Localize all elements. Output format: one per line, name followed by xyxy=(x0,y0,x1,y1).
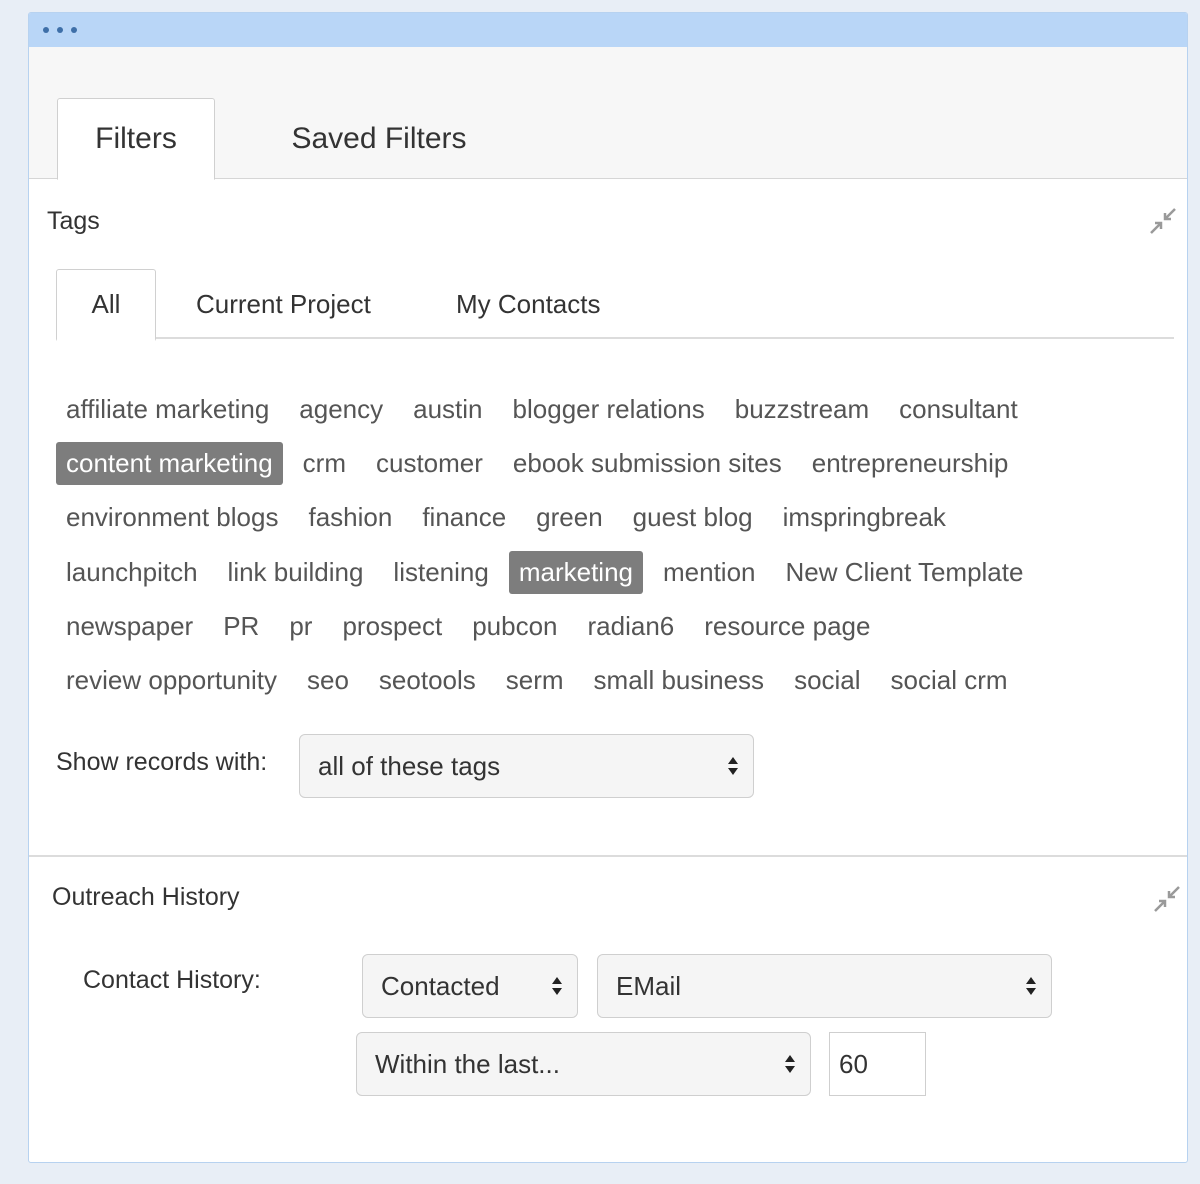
tag-chip[interactable]: guest blog xyxy=(623,496,763,539)
tag-row: environment blogs fashion finance green gues… xyxy=(56,494,956,540)
section-divider xyxy=(29,855,1187,857)
tag-chip[interactable]: imspringbreak xyxy=(773,496,956,539)
tags-section-title: Tags xyxy=(47,207,100,235)
window-dot-icon xyxy=(57,27,63,33)
tag-chip[interactable]: ebook submission sites xyxy=(503,442,792,485)
tag-row: affiliate marketing agency austin blogger r… xyxy=(56,386,1028,432)
show-records-value: all of these tags xyxy=(318,750,501,781)
contact-channel-value: EMail xyxy=(616,970,682,1001)
tag-chip[interactable]: fashion xyxy=(298,496,402,539)
window-dot-icon xyxy=(71,27,77,33)
tag-chip[interactable]: environment blogs xyxy=(56,496,288,539)
collapse-icon[interactable] xyxy=(1149,207,1177,235)
collapse-icon[interactable] xyxy=(1153,885,1181,913)
show-records-label: Show records with: xyxy=(56,748,268,776)
tag-chip[interactable]: austin xyxy=(403,388,492,431)
tag-row: content marketing crm customer ebook submis… xyxy=(56,440,1018,486)
tag-chip[interactable]: pr xyxy=(279,605,322,648)
tag-chip[interactable]: prospect xyxy=(332,605,452,648)
tag-chip[interactable]: link building xyxy=(218,551,374,594)
select-arrows-icon xyxy=(1026,977,1036,995)
tab-saved-filters[interactable]: Saved Filters xyxy=(259,98,499,180)
window-dot-icon xyxy=(43,27,49,33)
contact-history-label: Contact History: xyxy=(83,966,261,994)
outreach-section-title: Outreach History xyxy=(52,883,240,911)
tag-chip[interactable]: radian6 xyxy=(578,605,685,648)
tag-row: newspaper PR pr prospect pubcon radian6 resour… xyxy=(56,603,880,649)
tag-chip[interactable]: buzzstream xyxy=(725,388,879,431)
select-arrows-icon xyxy=(785,1055,795,1073)
tag-chip[interactable]: seotools xyxy=(369,659,486,702)
tag-scope-tabs: All Current Project My Contacts xyxy=(56,269,1174,341)
tag-chip[interactable]: listening xyxy=(383,551,498,594)
tab-current-project[interactable]: Current Project xyxy=(196,269,371,339)
window-titlebar xyxy=(29,13,1187,47)
select-arrows-icon xyxy=(552,977,562,995)
tag-chip[interactable]: crm xyxy=(293,442,356,485)
tag-chip[interactable]: resource page xyxy=(694,605,880,648)
filters-window: Filters Saved Filters Tags All Current P… xyxy=(28,12,1188,1163)
time-range-select[interactable]: Within the last... xyxy=(356,1032,811,1096)
tag-row: launchpitch link building listening marketi… xyxy=(56,549,1033,595)
tag-chip[interactable]: consultant xyxy=(889,388,1028,431)
days-input[interactable]: 60 xyxy=(829,1032,926,1096)
tag-chip[interactable]: customer xyxy=(366,442,493,485)
tag-row: review opportunity seo seotools serm small b… xyxy=(56,657,1018,703)
tab-all[interactable]: All xyxy=(56,269,156,341)
tag-chip[interactable]: mention xyxy=(653,551,766,594)
tag-chip[interactable]: blogger relations xyxy=(503,388,715,431)
tag-chip[interactable]: small business xyxy=(584,659,775,702)
tag-chip[interactable]: marketing xyxy=(508,550,643,594)
time-range-value: Within the last... xyxy=(375,1048,560,1079)
tab-my-contacts[interactable]: My Contacts xyxy=(456,269,601,339)
tag-chip[interactable]: launchpitch xyxy=(56,551,208,594)
tag-chip[interactable]: New Client Template xyxy=(775,551,1033,594)
tag-chip[interactable]: agency xyxy=(289,388,393,431)
tag-chip[interactable]: finance xyxy=(412,496,516,539)
tag-chip[interactable]: social xyxy=(784,659,870,702)
tab-filters[interactable]: Filters xyxy=(57,98,215,180)
tag-chip[interactable]: social crm xyxy=(881,659,1018,702)
tag-chip[interactable]: affiliate marketing xyxy=(56,388,279,431)
tag-chip[interactable]: entrepreneurship xyxy=(802,442,1019,485)
tag-chip[interactable]: review opportunity xyxy=(56,659,287,702)
tag-chip[interactable]: PR xyxy=(213,605,269,648)
tag-chip[interactable]: green xyxy=(526,496,613,539)
tag-chip[interactable]: content marketing xyxy=(56,441,283,485)
tag-chip[interactable]: seo xyxy=(297,659,359,702)
tag-chip[interactable]: serm xyxy=(496,659,574,702)
select-arrows-icon xyxy=(728,757,738,775)
contact-channel-select[interactable]: EMail xyxy=(597,954,1052,1018)
contact-status-select[interactable]: Contacted xyxy=(362,954,578,1018)
top-tabs: Filters Saved Filters xyxy=(29,47,1187,180)
show-records-select[interactable]: all of these tags xyxy=(299,734,754,798)
contact-status-value: Contacted xyxy=(381,970,500,1001)
tag-chip[interactable]: pubcon xyxy=(462,605,567,648)
tag-chip[interactable]: newspaper xyxy=(56,605,203,648)
